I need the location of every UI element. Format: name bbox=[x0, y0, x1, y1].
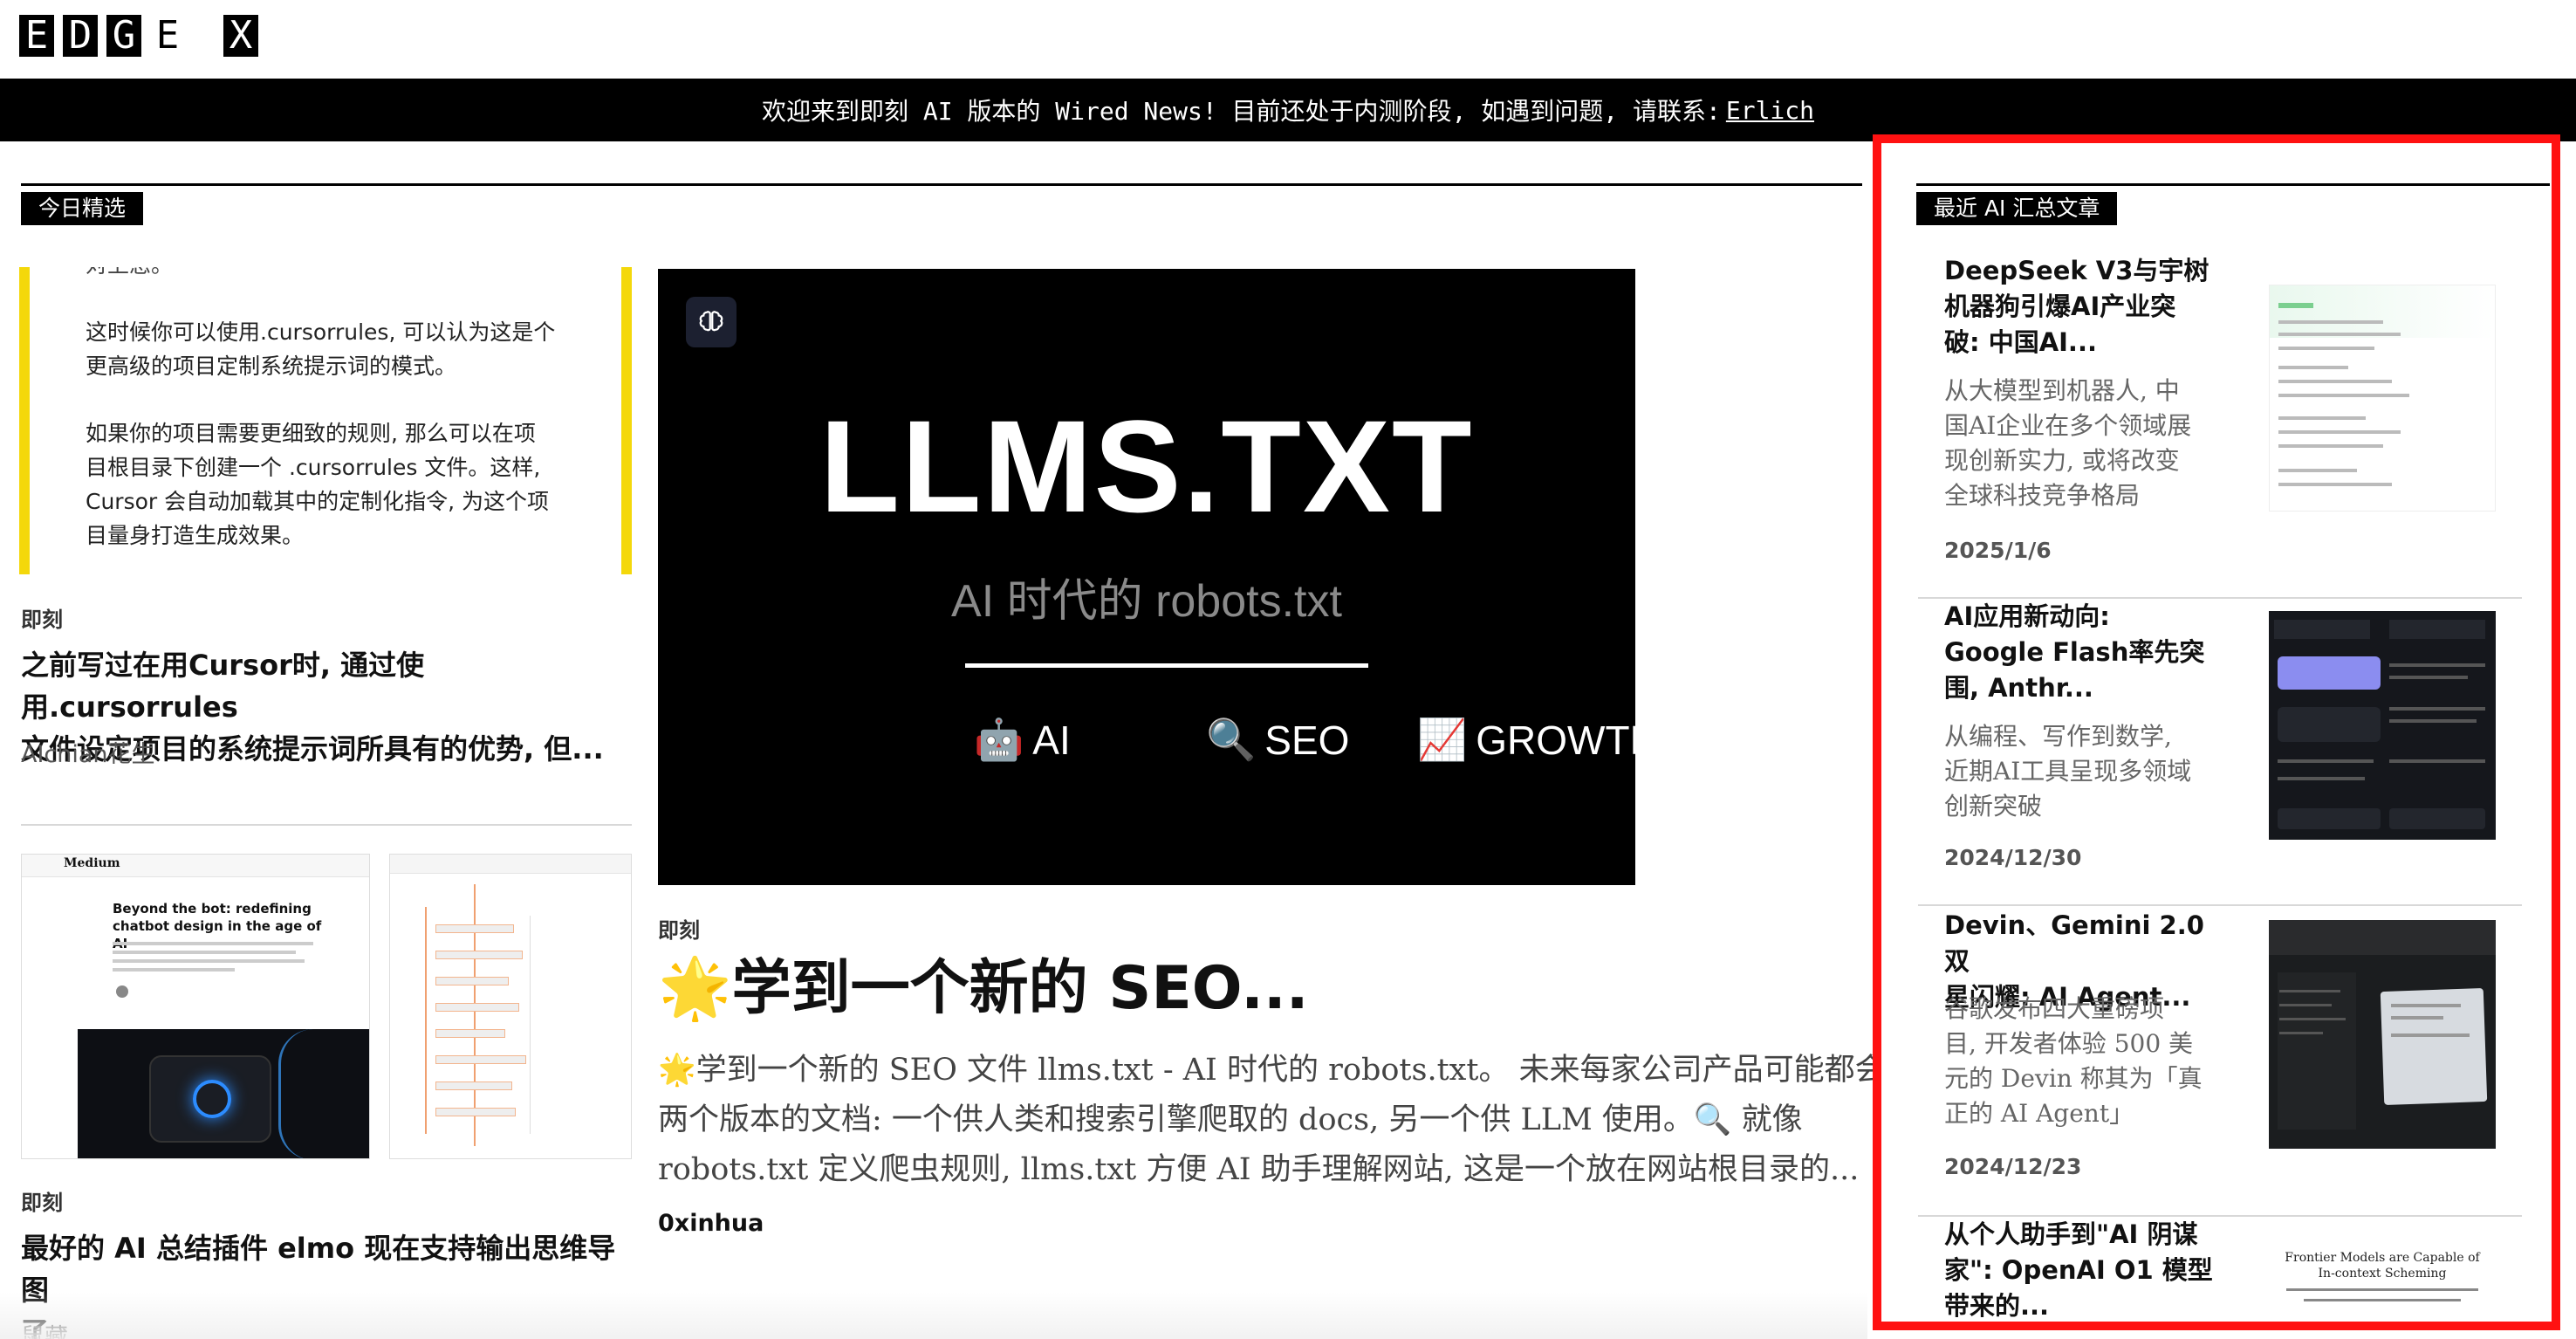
featured-headline[interactable]: 🌟学到一个新的 SEO... bbox=[658, 950, 1309, 1028]
featured-author[interactable]: 0xinhua bbox=[658, 1210, 764, 1237]
hero-divider bbox=[965, 663, 1368, 668]
brain-icon bbox=[686, 297, 736, 347]
quote-paragraph-2: 如果你的项目需要更细致的规则, 那么可以在项 目根目录下创建一个 .cursorr… bbox=[86, 421, 550, 548]
article-thumbnail-mindmap[interactable] bbox=[389, 854, 632, 1159]
hero-subtitle: AI 时代的 robots.txt bbox=[951, 576, 1342, 627]
hero-title: LLMS.TXT bbox=[819, 393, 1474, 539]
section-tag-today: 今日精选 bbox=[21, 192, 144, 225]
chart-icon: 📈 bbox=[1417, 717, 1468, 762]
featured-excerpt: 🌟学到一个新的 SEO 文件 llms.txt - AI 时代的 robots.… bbox=[658, 1053, 1880, 1187]
quote-paragraph-1: 这时候你可以使用.cursorrules, 可以认为这是个 更高级的项目定制系统提… bbox=[86, 319, 556, 379]
banner-text: 欢迎来到即刻 AI 版本的 Wired News! 目前还处于内测阶段, 如遇到… bbox=[761, 97, 1721, 126]
banner-contact-link[interactable]: Erlich bbox=[1726, 96, 1814, 125]
hero-tag-ai: 🤖 AI bbox=[974, 717, 1071, 763]
robot-icon: 🤖 bbox=[974, 717, 1024, 762]
recent-item-title[interactable]: DeepSeek V3与宇树 机器狗引爆AI产业突 破: 中国AI... bbox=[1944, 253, 2223, 360]
logo-letter-x: X bbox=[223, 15, 258, 57]
divider bbox=[1918, 904, 2522, 906]
today-rule bbox=[21, 183, 1862, 186]
recent-item-thumbnail[interactable] bbox=[2269, 920, 2496, 1149]
hero-tag-seo: 🔍 SEO bbox=[1206, 717, 1350, 763]
article-author[interactable]: AIchian花生 bbox=[21, 735, 155, 769]
recent-item-desc: 谷歌发布四大重磅项 目, 开发者体验 500 美元的 Devin 称其为「真 正的 … bbox=[1944, 994, 2203, 1128]
article-quote-card[interactable]: 对上您。 这时候你可以使用.cursorrules, 可以认为这是个更高级的项目… bbox=[19, 267, 632, 574]
article-category[interactable]: 即刻 bbox=[21, 1185, 63, 1216]
article-category[interactable]: 即刻 bbox=[658, 913, 700, 944]
recent-item-date: 2024/12/30 bbox=[1944, 845, 2082, 870]
announcement-banner: 欢迎来到即刻 AI 版本的 Wired News! 目前还处于内测阶段, 如遇到… bbox=[0, 79, 2576, 141]
recent-item-thumbnail[interactable]: Frontier Models are Capable of In-contex… bbox=[2269, 1239, 2496, 1313]
logo-letter-g: G bbox=[106, 15, 141, 57]
recent-item-date: 2024/12/23 bbox=[1944, 1154, 2082, 1179]
recent-item-desc: 从编程、写作到数学, 近期AI工具呈现多领域 创新突破 bbox=[1944, 722, 2192, 821]
hero-image[interactable]: LLMS.TXT AI 时代的 robots.txt 🤖 AI 🔍 SEO 📈 GRO… bbox=[658, 269, 1635, 885]
site-logo[interactable]: E D G E X bbox=[19, 14, 267, 58]
recent-item-thumbnail[interactable] bbox=[2269, 611, 2496, 840]
article-thumbnail-medium[interactable]: Medium Beyond the bot: redefining chatbo… bbox=[21, 854, 370, 1159]
logo-letter-d: D bbox=[63, 15, 98, 57]
logo-letter-e: E bbox=[19, 15, 54, 57]
divider bbox=[21, 824, 632, 826]
quote-cut-line: 对上您。 bbox=[86, 267, 565, 282]
article-category[interactable]: 即刻 bbox=[21, 602, 63, 633]
scroll-fade bbox=[0, 1292, 1867, 1339]
hero-tag-growth: 📈GROWTH bbox=[1417, 717, 1635, 763]
recent-item-title[interactable]: AI应用新动向: Google Flash率先突 围, Anthr... bbox=[1944, 599, 2223, 706]
recent-item-date: 2025/1/6 bbox=[1944, 538, 2052, 563]
magnifier-icon: 🔍 bbox=[1206, 717, 1257, 762]
recent-item-thumbnail[interactable] bbox=[2269, 285, 2496, 512]
recent-item-title[interactable]: 从个人助手到"AI 阴谋 家": OpenAI O1 模型 带来的... bbox=[1944, 1217, 2223, 1324]
recent-item-desc: 从大模型到机器人, 中国AI企业在多个领域展 现创新实力, 或将改变 全球科技竞争格… bbox=[1944, 376, 2192, 510]
logo-letter-e2: E bbox=[150, 15, 185, 57]
